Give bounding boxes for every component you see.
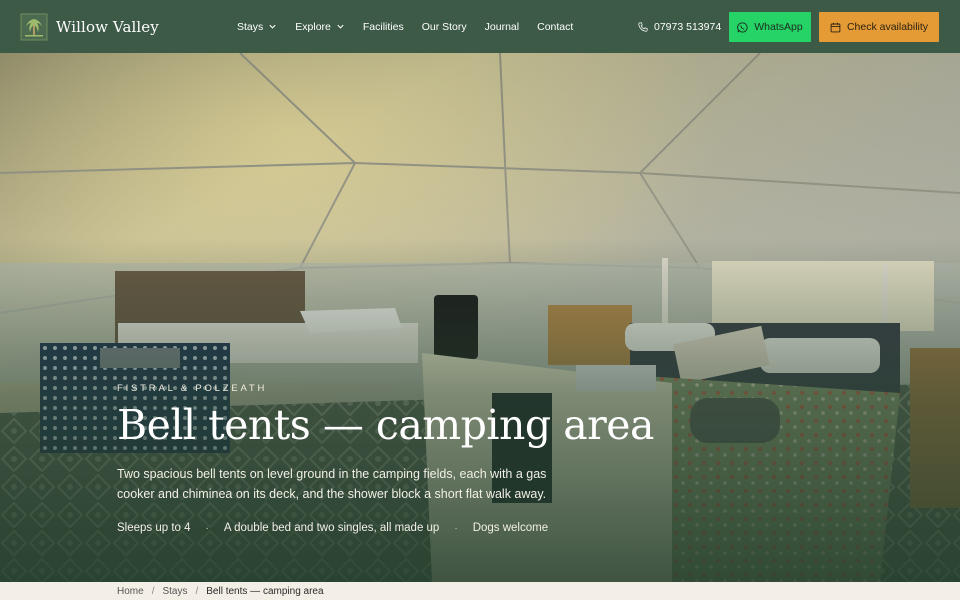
breadcrumb-separator: /: [195, 585, 199, 597]
fact-separator: ·: [205, 522, 209, 534]
phone-icon: [638, 21, 648, 32]
nav-item-facilities[interactable]: Facilities: [363, 21, 404, 33]
brand-name: Willow Valley: [56, 17, 159, 36]
breadcrumb-stays[interactable]: Stays: [162, 586, 187, 597]
breadcrumb-current: Bell tents — camping area: [206, 585, 324, 597]
nav-item-stays[interactable]: Stays: [237, 21, 277, 33]
willow-tree-icon: [20, 13, 48, 40]
fact-sleeps: Sleeps up to 4: [117, 522, 191, 534]
brand-logo[interactable]: Willow Valley: [20, 13, 220, 41]
nav-item-our-story[interactable]: Our Story: [422, 21, 467, 33]
whatsapp-button[interactable]: WhatsApp: [729, 12, 811, 42]
hero-location: Fistral & Polzeath: [117, 383, 268, 394]
whatsapp-icon: [737, 21, 748, 33]
breadcrumb: Home / Stays / Bell tents — camping area: [0, 582, 960, 600]
whatsapp-label: WhatsApp: [754, 21, 803, 33]
calendar-icon: [830, 22, 841, 32]
nav-item-label: Stays: [237, 20, 264, 33]
breadcrumb-home[interactable]: Home: [117, 586, 144, 597]
fact-beds: A double bed and two singles, all made u…: [223, 522, 440, 534]
nav-item-explore[interactable]: Explore: [295, 21, 345, 33]
check-availability-button[interactable]: Check availability: [819, 12, 939, 42]
main-nav: Stays Explore Facilities Our Story Journ…: [237, 21, 591, 33]
nav-item-journal[interactable]: Journal: [485, 21, 519, 33]
nav-item-label: Facilities: [362, 20, 404, 33]
chevron-down-icon: [337, 24, 344, 29]
fact-dogs: Dogs welcome: [472, 522, 549, 534]
hero-description: Two spacious bell tents on level ground …: [117, 467, 547, 501]
check-availability-label: Check availability: [846, 21, 929, 33]
fact-separator: ·: [454, 522, 458, 534]
nav-item-label: Explore: [295, 20, 331, 33]
nav-item-label: Contact: [537, 20, 574, 33]
hero-facts: Sleeps up to 4 · A double bed and two si…: [117, 522, 548, 534]
chevron-down-icon: [269, 24, 276, 29]
phone-number: 07973 513974: [654, 20, 722, 33]
nav-item-contact[interactable]: Contact: [537, 21, 573, 33]
nav-item-label: Our Story: [421, 20, 467, 33]
phone-link[interactable]: 07973 513974: [638, 0, 721, 53]
nav-item-label: Journal: [484, 20, 520, 33]
breadcrumb-separator: /: [151, 585, 155, 597]
hero-section: Fistral & Polzeath Bell tents — camping …: [0, 53, 960, 582]
site-header: Willow Valley Stays Explore Facilities O…: [0, 0, 960, 53]
page-title: Bell tents — camping area: [117, 401, 654, 449]
